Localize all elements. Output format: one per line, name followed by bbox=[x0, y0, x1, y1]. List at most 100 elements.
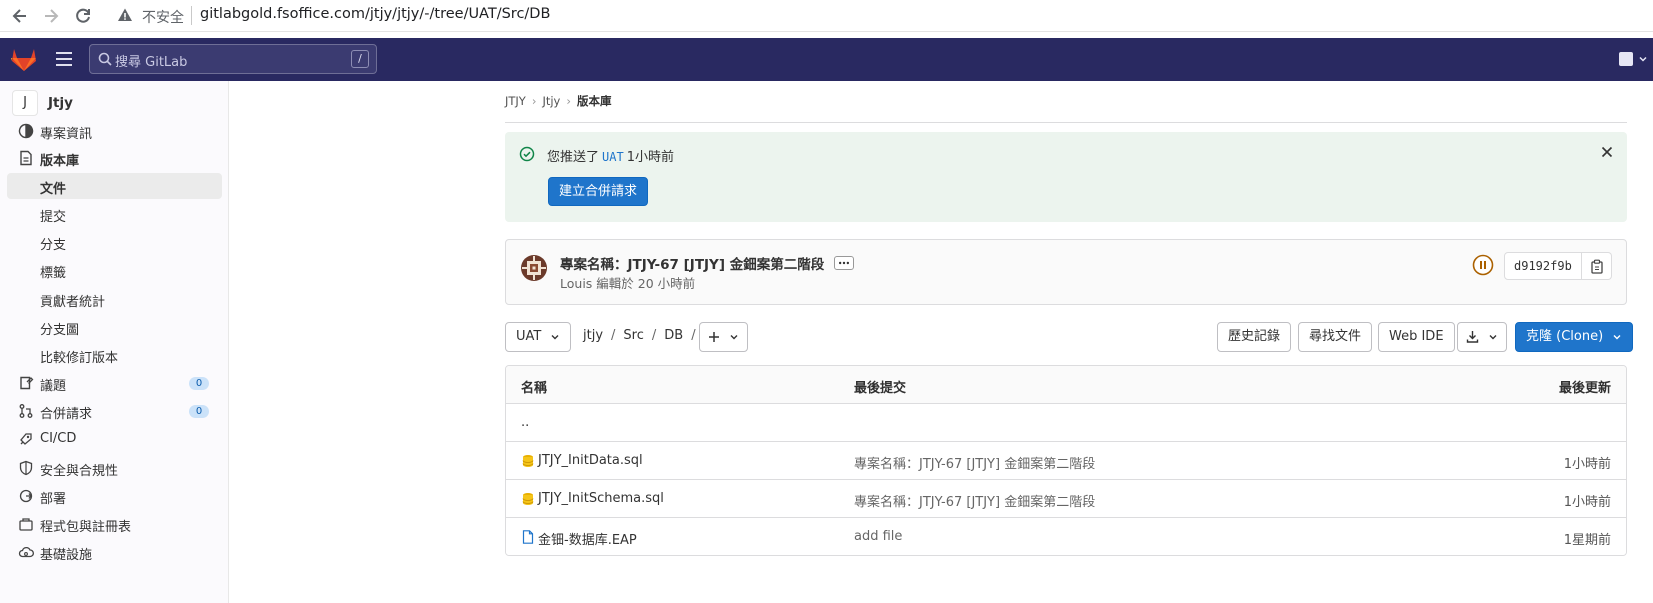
commit-sha[interactable]: d9192f9b bbox=[1504, 252, 1582, 280]
search-icon bbox=[98, 52, 112, 66]
sidebar-item-label: 提交 bbox=[40, 210, 67, 225]
breadcrumb-item-current[interactable]: 版本庫 bbox=[577, 93, 612, 109]
sidebar-item-infrastructure[interactable]: 基礎設施 bbox=[7, 539, 222, 565]
commit-author[interactable]: Louis bbox=[560, 276, 592, 291]
new-item-plus-icon[interactable] bbox=[1619, 52, 1633, 66]
database-icon bbox=[522, 493, 534, 505]
path-segment[interactable]: DB bbox=[664, 328, 683, 343]
sidebar-item-issues[interactable]: 議題 0 bbox=[7, 370, 222, 396]
add-to-tree-button[interactable] bbox=[699, 322, 749, 352]
table-row[interactable]: 金钿-数据库.EAP add file 1星期前 bbox=[506, 518, 1626, 555]
menu-icon[interactable] bbox=[55, 50, 73, 68]
table-row[interactable]: JTJY_InitData.sql 專案名稱：JTJY-67 [JTJY] 金鈿… bbox=[506, 442, 1626, 480]
sidebar-item-deployments[interactable]: 部署 bbox=[7, 483, 222, 509]
sidebar-item-security[interactable]: 安全與合規性 bbox=[7, 455, 222, 481]
close-icon[interactable] bbox=[1601, 146, 1613, 158]
table-header: 名稱 最後提交 最後更新 bbox=[506, 366, 1626, 404]
breadcrumb-item-project[interactable]: Jtjy bbox=[542, 94, 560, 108]
download-button[interactable] bbox=[1457, 322, 1508, 352]
commit-meta: Louis 編輯於 20 小時前 bbox=[560, 273, 695, 292]
package-icon bbox=[19, 518, 33, 531]
alert-suffix: 1小時前 bbox=[626, 150, 674, 165]
copy-sha-button[interactable] bbox=[1581, 252, 1612, 280]
sidebar-item-repository[interactable]: 版本庫 bbox=[7, 145, 222, 171]
table-row[interactable]: JTJY_InitSchema.sql 專案名稱：JTJY-67 [JTJY] … bbox=[506, 480, 1626, 518]
search-placeholder: 搜尋 GitLab bbox=[115, 55, 188, 70]
file-name-link[interactable]: 金钿-数据库.EAP bbox=[538, 529, 637, 548]
sidebar-item-compare[interactable]: 比較修訂版本 bbox=[7, 342, 222, 368]
shield-icon bbox=[19, 460, 33, 476]
sidebar-item-label: 分支圖 bbox=[40, 323, 80, 338]
create-merge-request-button[interactable]: 建立合併請求 bbox=[548, 177, 649, 206]
find-file-button[interactable]: 尋找文件 bbox=[1298, 322, 1373, 352]
sidebar-item-label: 文件 bbox=[40, 182, 67, 197]
sidebar-item-branches[interactable]: 分支 bbox=[7, 229, 222, 255]
sidebar-item-tags[interactable]: 標籤 bbox=[7, 257, 222, 283]
clone-button[interactable]: 克隆 (Clone) bbox=[1515, 322, 1634, 352]
sidebar-item-label: 標籤 bbox=[40, 266, 67, 281]
sidebar-item-project-info[interactable]: 專案資訊 bbox=[7, 118, 222, 144]
clone-button-label: 克隆 (Clone) bbox=[1526, 329, 1604, 344]
push-alert: 您推送了 UAT 1小時前 建立合併請求 bbox=[505, 132, 1627, 222]
project-avatar: J bbox=[12, 90, 38, 116]
alert-branch-name[interactable]: UAT bbox=[602, 150, 624, 164]
pipeline-paused-icon[interactable] bbox=[1472, 254, 1494, 276]
parent-directory-link[interactable]: .. bbox=[521, 415, 529, 430]
history-button[interactable]: 歷史記錄 bbox=[1217, 322, 1292, 352]
file-last-commit[interactable]: add file bbox=[854, 529, 902, 544]
sidebar-item-packages[interactable]: 程式包與註冊表 bbox=[7, 511, 222, 537]
parent-directory-row[interactable]: .. bbox=[506, 404, 1626, 442]
deployments-icon bbox=[19, 489, 33, 503]
branch-selector[interactable]: UAT bbox=[505, 322, 572, 352]
reload-icon[interactable] bbox=[73, 6, 93, 26]
web-ide-button[interactable]: Web IDE bbox=[1378, 322, 1455, 352]
warning-triangle-icon[interactable] bbox=[117, 7, 133, 23]
browser-address-bar: 不安全 gitlabgold.fsoffice.com/jtjy/jtjy/-/… bbox=[0, 0, 1653, 32]
commit-title[interactable]: 專案名稱：JTJY-67 [JTJY] 金鈿案第二階段 bbox=[560, 253, 824, 273]
insecure-label[interactable]: 不安全 bbox=[142, 7, 184, 27]
path-separator: / bbox=[651, 328, 657, 343]
alert-message: 您推送了 UAT 1小時前 bbox=[547, 146, 674, 165]
project-header[interactable]: J Jtjy bbox=[10, 87, 220, 117]
url-text[interactable]: gitlabgold.fsoffice.com/jtjy/jtjy/-/tree… bbox=[200, 6, 550, 22]
user-avatar[interactable] bbox=[520, 254, 548, 282]
path-segment[interactable]: Src bbox=[623, 328, 643, 343]
sidebar-item-label: 版本庫 bbox=[40, 154, 80, 169]
info-icon bbox=[18, 123, 34, 139]
doc-icon bbox=[20, 150, 32, 166]
sidebar-item-files[interactable]: 文件 bbox=[7, 173, 222, 199]
back-arrow-icon[interactable] bbox=[10, 6, 30, 26]
plus-icon bbox=[709, 331, 719, 342]
download-icon bbox=[1466, 331, 1479, 343]
sidebar-item-merge-requests[interactable]: 合併請求 0 bbox=[7, 398, 222, 424]
expand-commit-ellipsis-icon[interactable] bbox=[834, 256, 854, 270]
issues-icon bbox=[20, 376, 34, 390]
forward-arrow-icon[interactable] bbox=[41, 6, 61, 26]
path-separator: / bbox=[691, 328, 696, 343]
chevron-down-icon bbox=[730, 334, 738, 339]
file-last-updated: 1小時前 bbox=[1563, 457, 1611, 472]
sidebar-item-graph[interactable]: 分支圖 bbox=[7, 314, 222, 340]
file-last-updated: 1小時前 bbox=[1563, 495, 1611, 510]
rocket-icon bbox=[20, 433, 32, 445]
column-header-last-commit: 最後提交 bbox=[854, 381, 907, 396]
file-last-commit[interactable]: 專案名稱：JTJY-67 [JTJY] 金鈿案第二階段 bbox=[854, 491, 1095, 510]
sidebar-item-cicd[interactable]: CI/CD bbox=[7, 426, 222, 452]
alert-prefix: 您推送了 bbox=[547, 150, 600, 165]
commit-sha-group: d9192f9b bbox=[1504, 252, 1612, 280]
file-name-link[interactable]: JTJY_InitData.sql bbox=[538, 453, 643, 468]
chevron-down-icon[interactable] bbox=[1638, 54, 1648, 64]
path-segment[interactable]: jtjy bbox=[583, 328, 603, 343]
issues-count-badge: 0 bbox=[189, 377, 209, 390]
chevron-down-icon bbox=[551, 334, 559, 339]
search-input[interactable]: 搜尋 GitLab / bbox=[89, 44, 377, 74]
file-last-commit[interactable]: 專案名稱：JTJY-67 [JTJY] 金鈿案第二階段 bbox=[854, 453, 1095, 472]
file-name-link[interactable]: JTJY_InitSchema.sql bbox=[538, 491, 664, 506]
top-navbar: 搜尋 GitLab / bbox=[0, 38, 1653, 81]
sidebar-item-commits[interactable]: 提交 bbox=[7, 201, 222, 227]
column-header-name: 名稱 bbox=[521, 381, 548, 396]
column-header-last-update: 最後更新 bbox=[1558, 381, 1611, 396]
gitlab-logo-icon[interactable] bbox=[10, 46, 38, 72]
sidebar-item-contributors[interactable]: 貢獻者統計 bbox=[7, 286, 222, 312]
breadcrumb-item-group[interactable]: JTJY bbox=[505, 94, 526, 108]
